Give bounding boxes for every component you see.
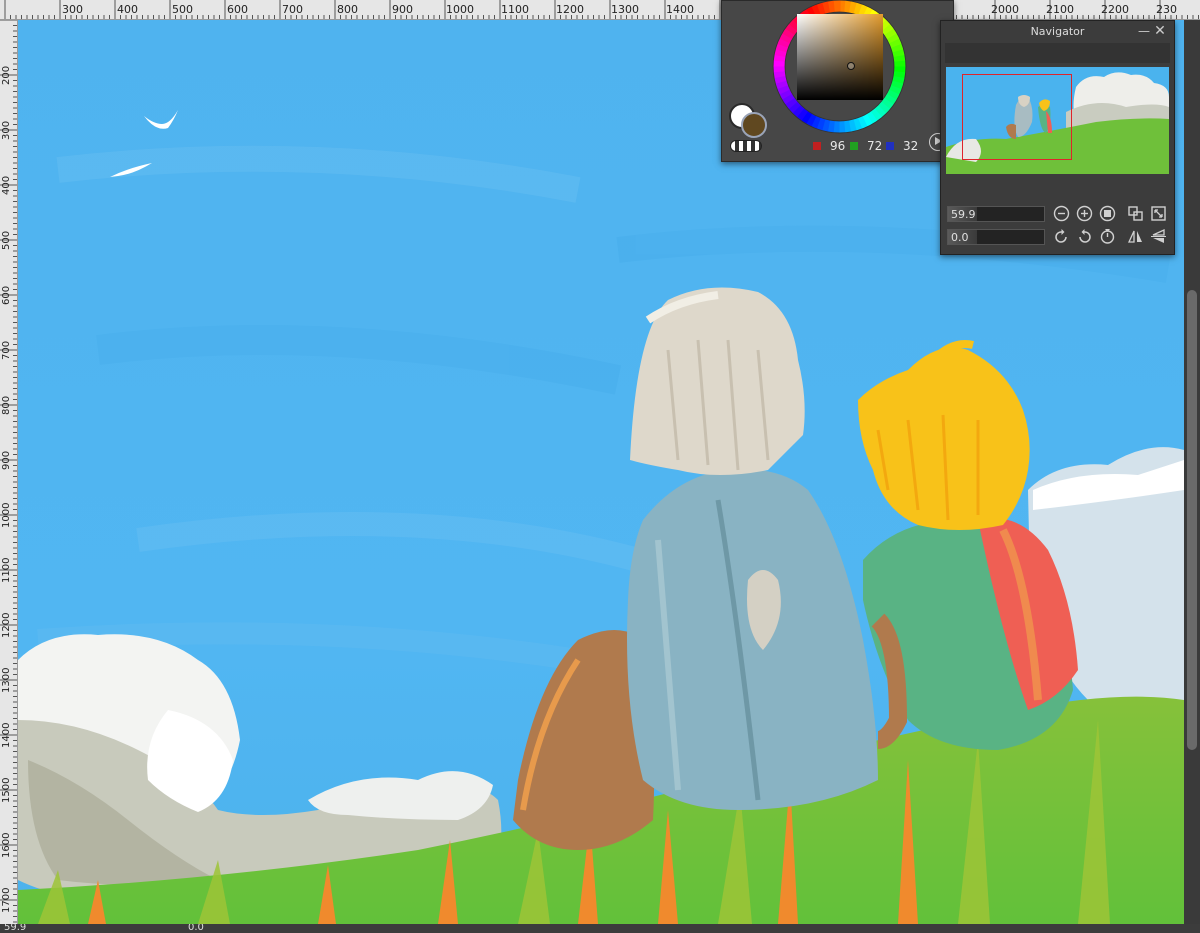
- ruler-label: 400: [117, 3, 138, 16]
- ruler-label: 230: [1156, 3, 1177, 16]
- ruler-label: 1300: [1, 667, 12, 693]
- ruler-label: 1200: [556, 3, 584, 16]
- scrollbar-thumb[interactable]: [1187, 290, 1197, 750]
- zoom-value[interactable]: 59.9: [951, 208, 976, 221]
- zoom-out-icon[interactable]: [1053, 205, 1070, 222]
- status-angle-value[interactable]: 0.0: [188, 924, 204, 933]
- navigator-panel: Navigator — ✕ 59.9 0.0: [940, 20, 1175, 255]
- top-ruler: 300 400 500 600 700 800 900 1000 1100 12…: [0, 0, 1200, 20]
- color-picker-cursor[interactable]: [847, 62, 855, 70]
- left-ruler: 200 300 400 500 600 700 800 900 1000 110…: [0, 20, 18, 924]
- fit-icon[interactable]: [1127, 205, 1144, 222]
- ruler-label: 700: [282, 3, 303, 16]
- rotate-right-icon[interactable]: [1076, 228, 1093, 245]
- blue-value[interactable]: 32: [903, 139, 918, 153]
- navigator-header-strip: [945, 43, 1170, 63]
- navigator-thumbnail[interactable]: [946, 67, 1169, 174]
- ruler-label: 1000: [446, 3, 474, 16]
- ruler-label: 500: [172, 3, 193, 16]
- ruler-label: 1400: [1, 722, 12, 748]
- background-color-swatch[interactable]: [741, 112, 767, 138]
- navigator-view-rectangle[interactable]: [962, 74, 1072, 160]
- rotate-left-icon[interactable]: [1053, 228, 1070, 245]
- vertical-scrollbar[interactable]: [1184, 20, 1200, 924]
- ruler-label: 600: [227, 3, 248, 16]
- saturation-value-square[interactable]: [797, 14, 883, 100]
- ruler-label: 700: [1, 340, 12, 360]
- zoom-in-icon[interactable]: [1076, 205, 1093, 222]
- ruler-label: 300: [62, 3, 83, 16]
- status-bar: 59.9 0.0: [0, 924, 1200, 933]
- ruler-label: 1400: [666, 3, 694, 16]
- flip-vertical-icon[interactable]: [1150, 228, 1167, 245]
- flip-horizontal-icon[interactable]: [1127, 228, 1144, 245]
- ruler-label: 1100: [501, 3, 529, 16]
- ruler-label: 400: [1, 175, 12, 195]
- stop-icon[interactable]: [1099, 205, 1116, 222]
- minimize-icon[interactable]: —: [1137, 23, 1151, 39]
- red-value[interactable]: 96: [830, 139, 845, 153]
- rotate-slider[interactable]: 0.0: [947, 229, 1045, 245]
- close-icon[interactable]: ✕: [1153, 23, 1167, 39]
- ruler-label: 1000: [1, 502, 12, 528]
- rotate-value[interactable]: 0.0: [951, 231, 969, 244]
- ruler-label: 800: [1, 395, 12, 415]
- ruler-label: 1300: [611, 3, 639, 16]
- ruler-label: 900: [1, 450, 12, 470]
- green-channel-icon: [850, 142, 858, 150]
- reset-rotate-icon[interactable]: [1099, 228, 1116, 245]
- ruler-label: 500: [1, 230, 12, 250]
- red-channel-icon: [813, 142, 821, 150]
- ruler-label: 1600: [1, 832, 12, 858]
- ruler-label: 800: [337, 3, 358, 16]
- ruler-label: 900: [392, 3, 413, 16]
- ruler-label: 2100: [1046, 3, 1074, 16]
- ruler-label: 300: [1, 120, 12, 140]
- status-zoom-value[interactable]: 59.9: [4, 924, 26, 933]
- ruler-label: 1500: [1, 777, 12, 803]
- ruler-label: 600: [1, 285, 12, 305]
- transparent-color-swatch[interactable]: [730, 140, 762, 152]
- ruler-label: 1700: [1, 887, 12, 913]
- green-value[interactable]: 72: [867, 139, 882, 153]
- fullscreen-icon[interactable]: [1150, 205, 1167, 222]
- zoom-slider[interactable]: 59.9: [947, 206, 1045, 222]
- ruler-label: 200: [1, 65, 12, 85]
- ruler-label: 2200: [1101, 3, 1129, 16]
- blue-channel-icon: [886, 142, 894, 150]
- ruler-label: 1100: [1, 557, 12, 583]
- ruler-label: 1200: [1, 612, 12, 638]
- ruler-label: 2000: [991, 3, 1019, 16]
